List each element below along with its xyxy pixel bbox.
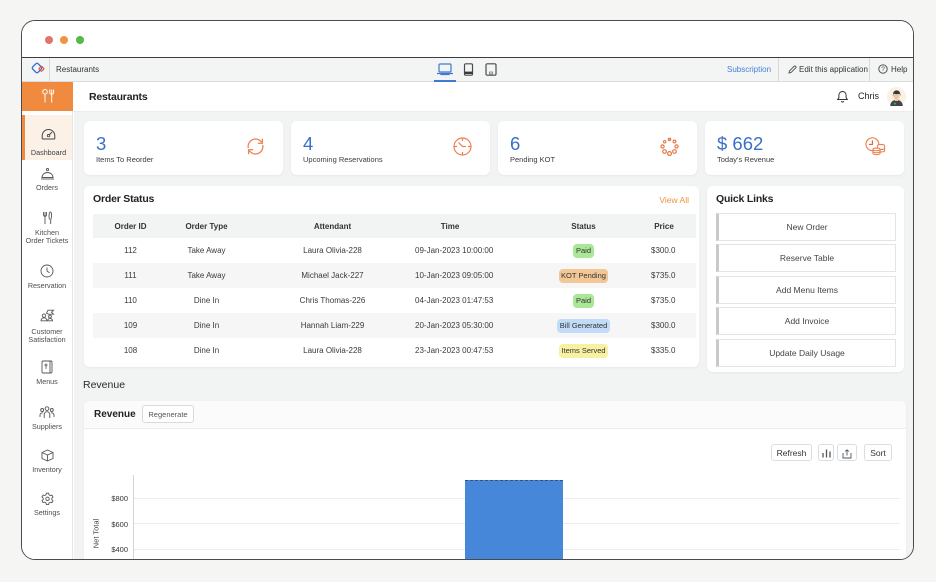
svg-text:?: ? xyxy=(881,66,885,73)
